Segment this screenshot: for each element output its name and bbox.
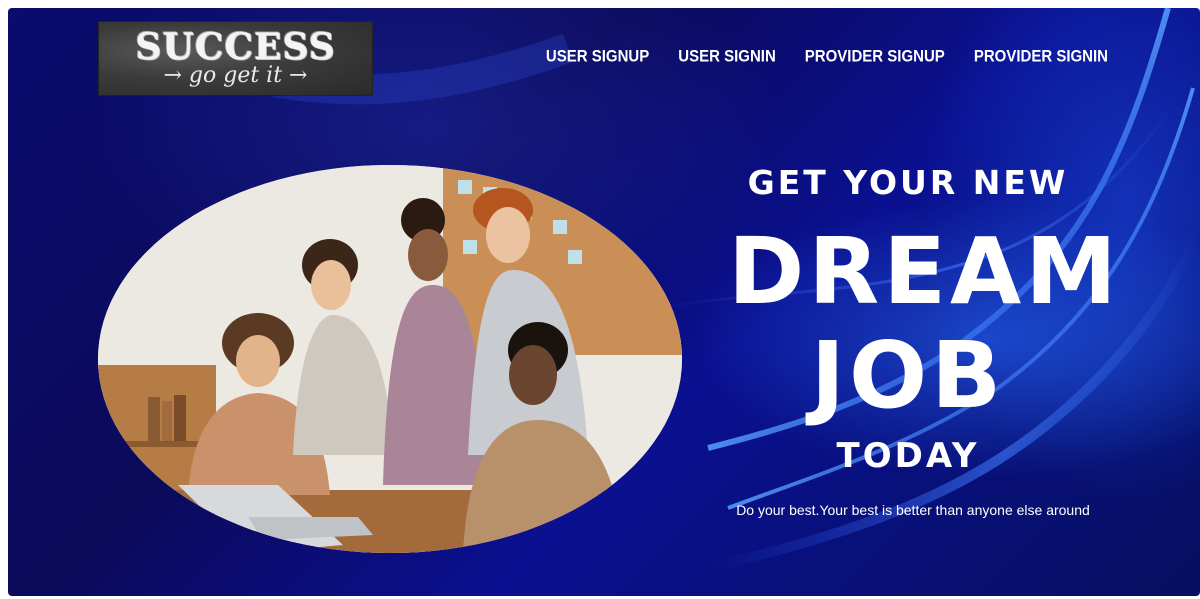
logo-title: SUCCESS <box>135 26 336 68</box>
logo-subtitle: → go get it → <box>163 63 308 88</box>
nav-user-signup[interactable]: USER SIGNUP <box>546 47 649 66</box>
team-photo <box>98 165 682 553</box>
brand-logo[interactable]: SUCCESS → go get it → <box>98 21 373 96</box>
top-nav: USER SIGNUP USER SIGNIN PROVIDER SIGNUP … <box>546 47 1108 66</box>
hero-tagline: Do your best.Your best is better than an… <box>736 502 1090 518</box>
headline-today: TODAY <box>836 436 980 476</box>
headline-get-your-new: GET YOUR NEW <box>747 163 1069 202</box>
nav-provider-signup[interactable]: PROVIDER SIGNUP <box>805 47 945 66</box>
nav-user-signin[interactable]: USER SIGNIN <box>678 47 776 66</box>
hero-section: SUCCESS → go get it → USER SIGNUP USER S… <box>8 8 1200 596</box>
nav-provider-signin[interactable]: PROVIDER SIGNIN <box>974 47 1108 66</box>
headline-dream: DREAM <box>728 218 1121 325</box>
headline-job: JOB <box>810 322 1006 429</box>
